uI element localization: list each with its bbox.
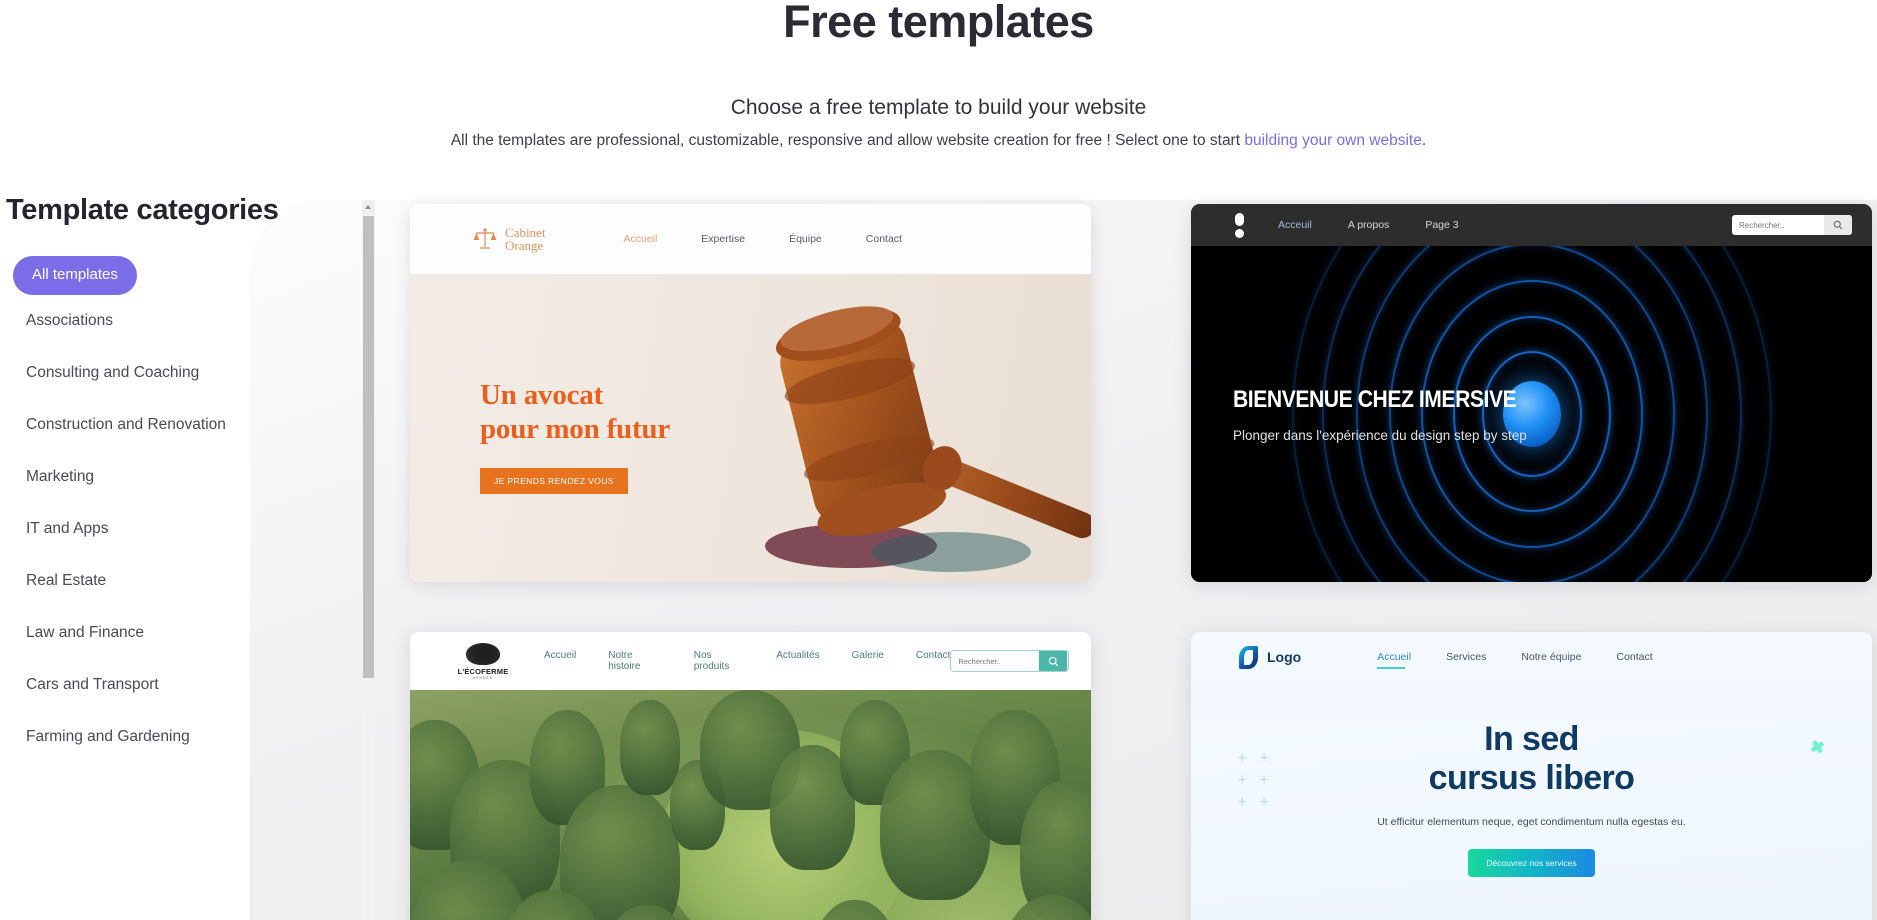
ecoferme-search-button[interactable] <box>1039 651 1068 671</box>
ecoferme-logo: L'ÉCOFERME VENDÉE <box>457 641 509 681</box>
hero-paragraph: Ut efficitur elementum neque, eget condi… <box>1377 816 1686 828</box>
content-region: Template categories All templates Associ… <box>0 178 1877 920</box>
sidebar-item-law-and-finance[interactable]: Law and Finance <box>0 607 360 659</box>
imersive-search[interactable] <box>1732 215 1852 235</box>
cabinet-orange-navbar: Cabinet Orange Accueil Expertise Équipe … <box>410 204 1091 274</box>
logo-template-menu: Accueil Services Notre équipe Contact <box>1377 651 1653 669</box>
sidebar-item-farming-and-gardening[interactable]: Farming and Gardening <box>0 711 360 763</box>
nav-page-3[interactable]: Page 3 <box>1425 219 1458 231</box>
template-card-logo-business[interactable]: Logo Accueil Services Notre équipe Conta… <box>1191 632 1872 920</box>
cabinet-orange-hero-text: Un avocat pour mon futur JE PRENDS RENDE… <box>480 378 670 494</box>
hero-heading-line-1: Un avocat <box>480 379 604 411</box>
nav-nos-produits[interactable]: Nos produits <box>694 650 745 672</box>
nav-contact[interactable]: Contact <box>866 233 902 245</box>
imersive-search-input[interactable] <box>1732 220 1824 230</box>
nav-accueil[interactable]: Accueil <box>623 233 657 245</box>
sidebar-title: Template categories <box>6 194 279 226</box>
cabinet-orange-logo-text: Cabinet Orange <box>505 226 545 252</box>
template-grid: Cabinet Orange Accueil Expertise Équipe … <box>410 204 1872 920</box>
ecoferme-search[interactable] <box>950 650 1069 672</box>
sidebar-item-construction-and-renovation[interactable]: Construction and Renovation <box>0 399 360 451</box>
template-card-ecoferme[interactable]: L'ÉCOFERME VENDÉE Accueil Notre histoire… <box>410 632 1091 920</box>
nav-accueil[interactable]: Accueil <box>544 650 576 672</box>
nav-acceuil[interactable]: Acceuil <box>1278 219 1312 231</box>
nav-notre-histoire[interactable]: Notre histoire <box>608 650 662 672</box>
imersive-logo-icon <box>1235 212 1244 238</box>
lead-text-after: . <box>1421 132 1427 149</box>
logo-template-hero: + + + + + + ✖ In sed cursus libero Ut efficit… <box>1191 720 1872 920</box>
ecoferme-hero-image <box>410 690 1091 920</box>
cabinet-orange-hero: Un avocat pour mon futur JE PRENDS RENDE… <box>410 274 1091 582</box>
hero-heading-line-2: pour mon futur <box>480 413 671 445</box>
build-website-link[interactable]: building your own website <box>1244 132 1422 149</box>
nav-contact[interactable]: Contact <box>916 650 950 672</box>
imersive-hero: BIENVENUE CHEZ IMERSIVE Plonger dans l'e… <box>1191 246 1872 582</box>
nav-accueil[interactable]: Accueil <box>1377 651 1411 669</box>
search-icon <box>1833 220 1843 230</box>
nav-a-propos[interactable]: A propos <box>1348 219 1389 231</box>
scales-of-justice-icon <box>473 228 497 249</box>
logo-line-2: Orange <box>505 238 544 253</box>
ecoferme-menu: Accueil Notre histoire Nos produits Actu… <box>544 650 950 672</box>
search-icon <box>1048 656 1059 666</box>
vertical-scrollbar[interactable] <box>362 200 375 920</box>
imersive-menu: Acceuil A propos Page 3 <box>1278 219 1459 231</box>
page-header: Free templates Choose a free template to… <box>0 0 1877 150</box>
page-lead: All the templates are professional, cust… <box>0 132 1877 150</box>
cabinet-orange-menu: Accueil Expertise Équipe Contact <box>623 233 902 245</box>
hero-heading-line-1: In sed <box>1484 720 1579 758</box>
logo-template-logo: Logo <box>1239 645 1302 669</box>
hero-heading-line-2: cursus libero <box>1428 759 1635 797</box>
imersive-subheading: Plonger dans l'expérience du design step… <box>1233 428 1527 443</box>
sidebar-item-marketing[interactable]: Marketing <box>0 451 360 503</box>
page-title: Free templates <box>783 0 1094 47</box>
leaf-mark-icon <box>1239 645 1258 669</box>
nav-galerie[interactable]: Galerie <box>852 650 884 672</box>
nav-actualites[interactable]: Actualités <box>776 650 819 672</box>
scroll-up-arrow-icon[interactable] <box>362 200 375 214</box>
logo-template-navbar: Logo Accueil Services Notre équipe Conta… <box>1191 632 1872 682</box>
plus-decoration-icon: + + + + + + <box>1237 750 1269 811</box>
imersive-hero-text: BIENVENUE CHEZ IMERSIVE Plonger dans l'e… <box>1233 386 1555 443</box>
page-subtitle: Choose a free template to build your web… <box>730 96 1147 119</box>
farm-seal-icon <box>466 642 500 665</box>
ecoferme-navbar: L'ÉCOFERME VENDÉE Accueil Notre histoire… <box>410 632 1091 690</box>
logo-template-logo-text: Logo <box>1267 649 1302 665</box>
template-card-imersive[interactable]: Acceuil A propos Page 3 Rechercher.. BIE… <box>1191 204 1872 582</box>
nav-services[interactable]: Services <box>1446 651 1486 663</box>
scrollbar-thumb[interactable] <box>363 216 374 678</box>
ecoferme-logo-sub: VENDÉE <box>472 675 494 680</box>
sidebar-item-real-estate[interactable]: Real Estate <box>0 555 360 607</box>
cabinet-orange-logo: Cabinet Orange <box>472 226 545 252</box>
gavel-image <box>765 306 1091 572</box>
imersive-heading: BIENVENUE CHEZ IMERSIVE <box>1233 386 1517 413</box>
sidebar-item-cars-and-transport[interactable]: Cars and Transport <box>0 659 360 711</box>
nav-contact[interactable]: Contact <box>1616 651 1652 663</box>
ecoferme-search-input[interactable] <box>951 656 1040 666</box>
lead-text-before: All the templates are professional, cust… <box>450 132 1245 149</box>
hero-cta-button[interactable]: JE PRENDS RENDEZ VOUS <box>480 468 628 494</box>
category-sidebar: Template categories All templates Associ… <box>0 178 360 920</box>
nav-notre-equipe[interactable]: Notre équipe <box>1521 651 1581 663</box>
imersive-search-button[interactable] <box>1824 215 1852 235</box>
sidebar-item-consulting-and-coaching[interactable]: Consulting and Coaching <box>0 347 360 399</box>
imersive-navbar: Acceuil A propos Page 3 <box>1191 204 1872 246</box>
ecoferme-logo-name: L'ÉCOFERME <box>457 666 509 676</box>
nav-expertise[interactable]: Expertise <box>701 233 745 245</box>
sidebar-item-all-templates[interactable]: All templates <box>13 256 137 295</box>
sidebar-item-associations[interactable]: Associations <box>0 295 360 347</box>
template-card-cabinet-orange[interactable]: Cabinet Orange Accueil Expertise Équipe … <box>410 204 1091 582</box>
sidebar-item-it-and-apps[interactable]: IT and Apps <box>0 503 360 555</box>
category-list: All templates Associations Consulting an… <box>0 256 360 763</box>
hero-cta-button[interactable]: Découvrez nos services <box>1468 849 1595 877</box>
free-templates-page: Free templates Choose a free template to… <box>0 0 1877 920</box>
nav-equipe[interactable]: Équipe <box>789 233 822 245</box>
